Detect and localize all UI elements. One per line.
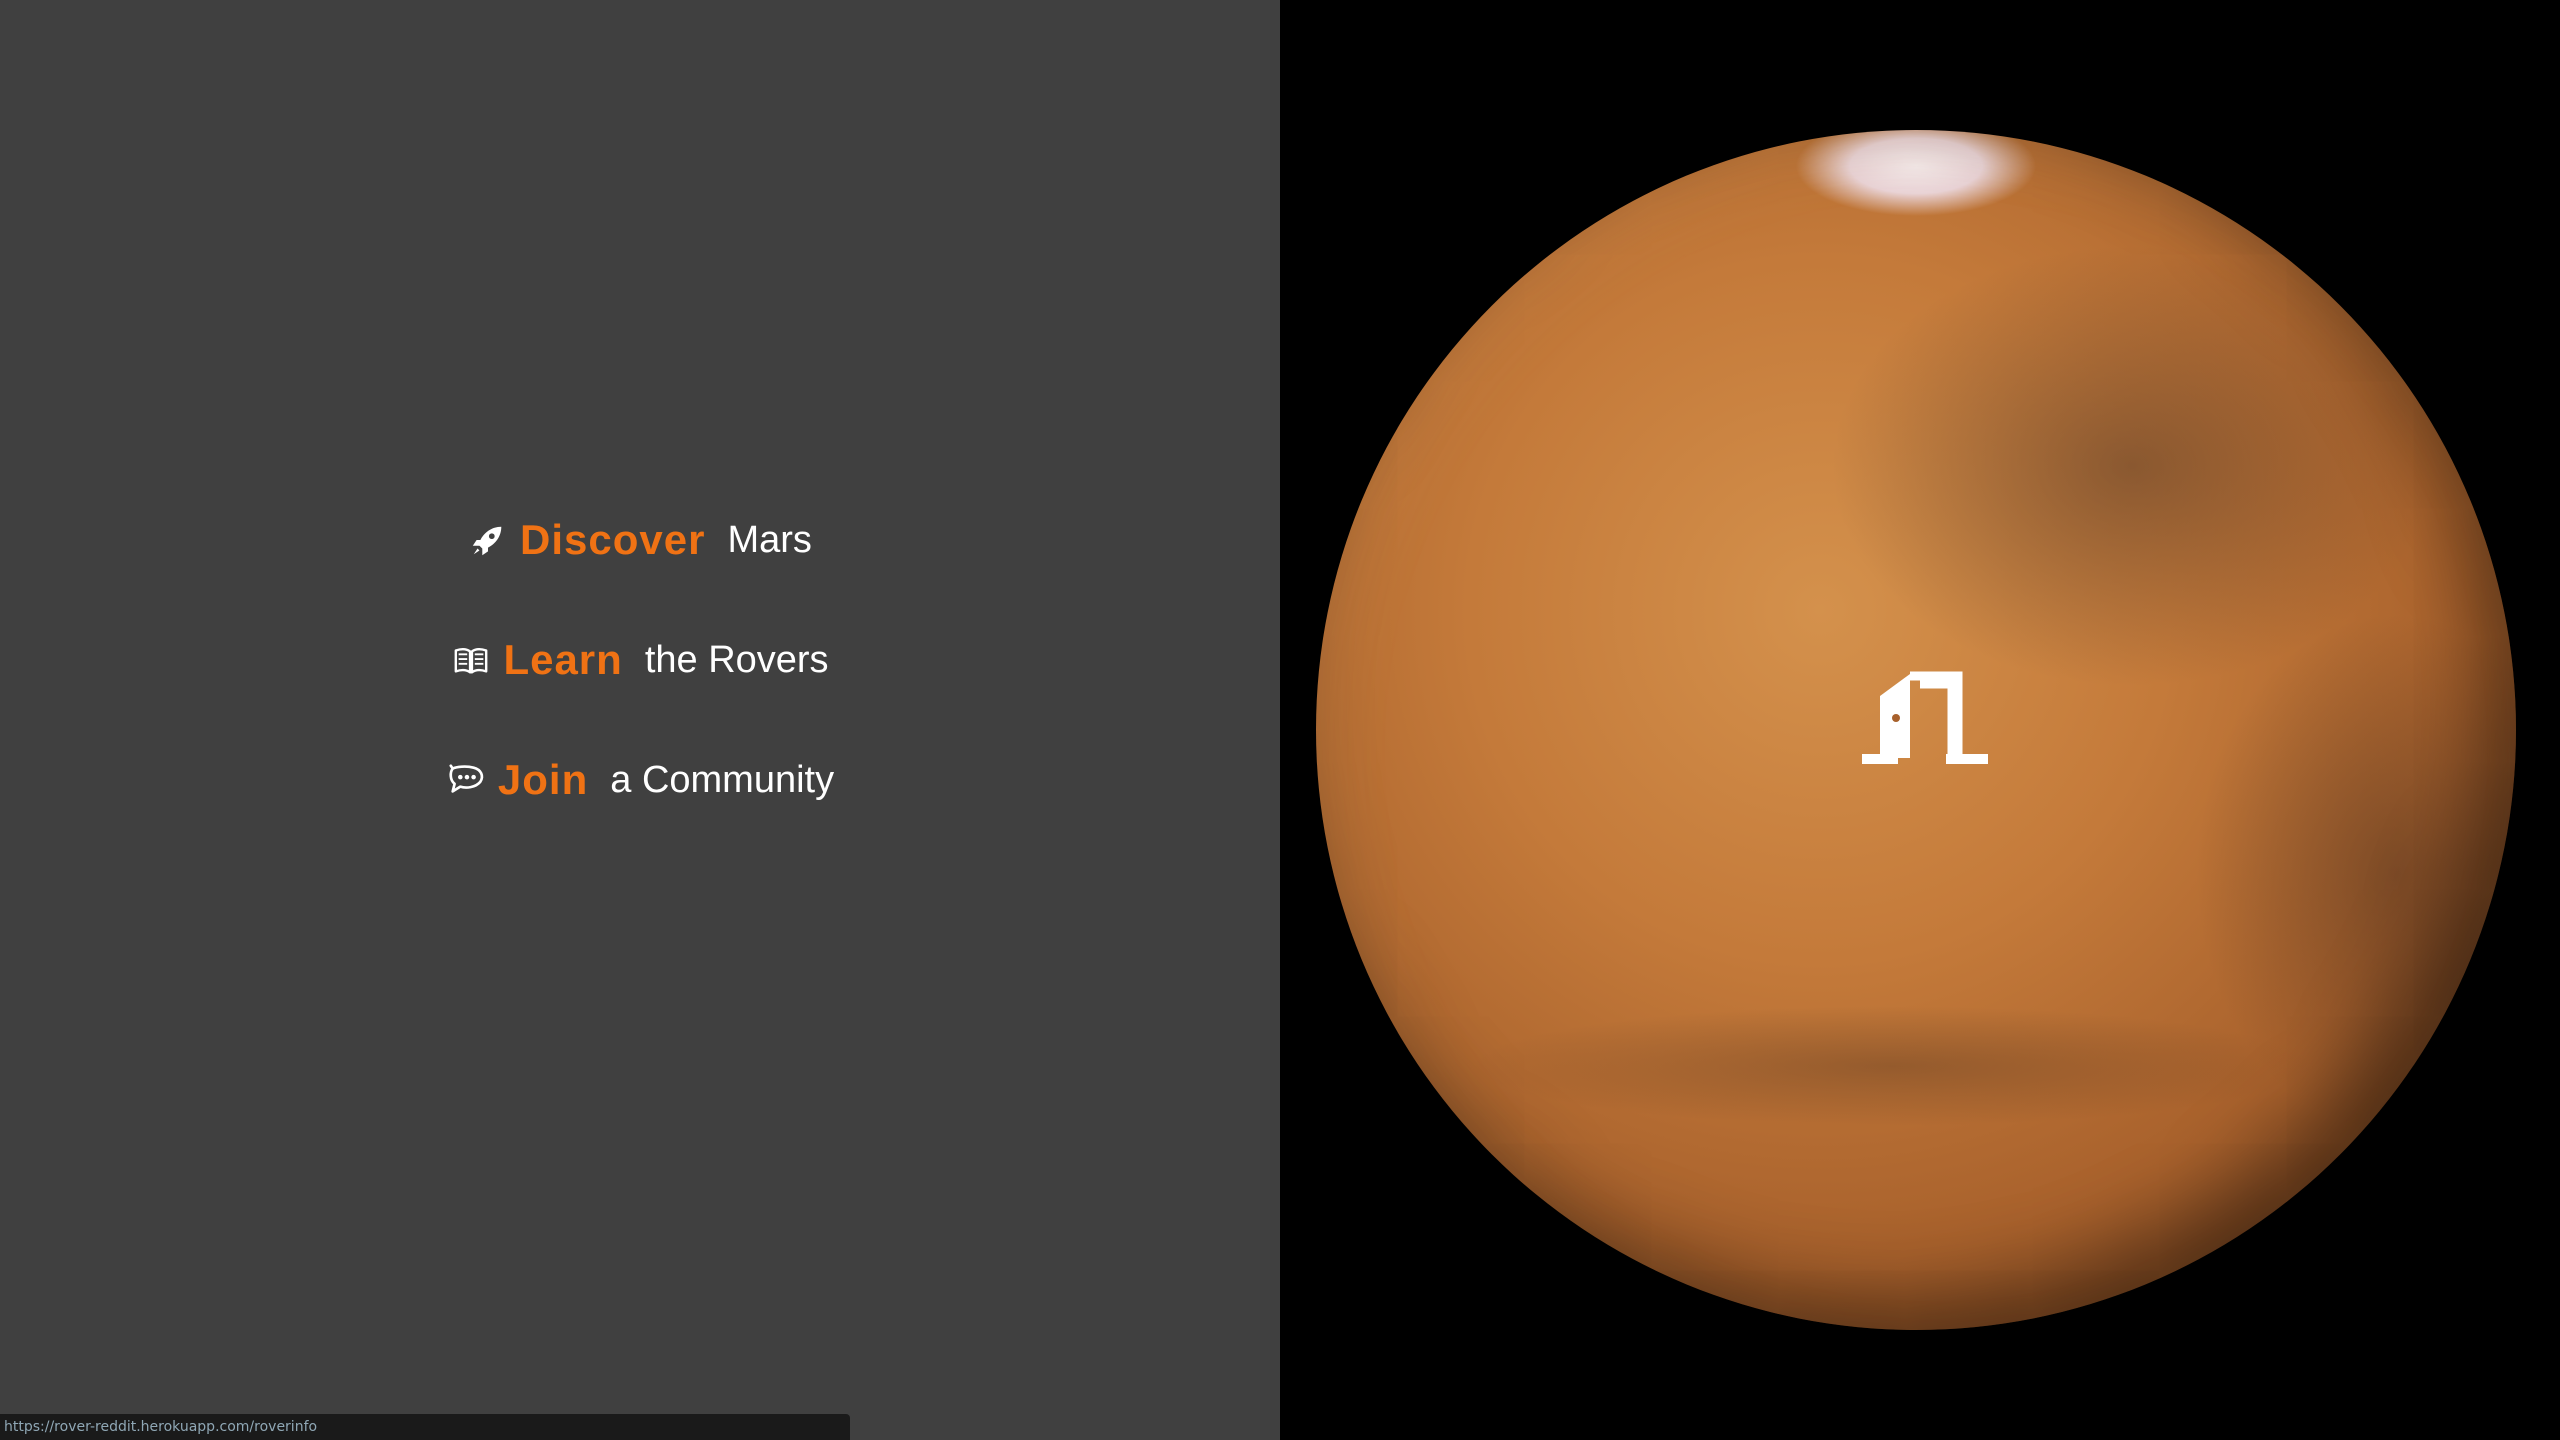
main-menu: Discover Mars Learn the Rovers Join a Co… [446,516,834,804]
left-panel: Discover Mars Learn the Rovers Join a Co… [0,0,1280,1440]
chat-bubble-icon [446,760,486,800]
door-enter-icon[interactable] [1860,666,1990,776]
learn-rovers-link[interactable]: Learn the Rovers [451,636,829,684]
learn-label: Learn [503,636,623,683]
a-community-label: a Community [610,758,835,801]
rocket-icon [468,520,508,560]
the-rovers-label: the Rovers [644,638,829,681]
join-community-link[interactable]: Join a Community [446,756,834,804]
status-url: https://rover-reddit.herokuapp.com/rover… [4,1419,318,1435]
landing-page: Discover Mars Learn the Rovers Join a Co… [0,0,2560,1440]
browser-status-bar: https://rover-reddit.herokuapp.com/rover… [0,1414,850,1440]
right-panel [1280,0,2560,1440]
discover-label: Discover [520,516,706,563]
discover-mars-link[interactable]: Discover Mars [468,516,812,564]
mars-label: Mars [727,518,812,561]
open-book-icon [451,640,491,680]
join-label: Join [497,756,589,803]
